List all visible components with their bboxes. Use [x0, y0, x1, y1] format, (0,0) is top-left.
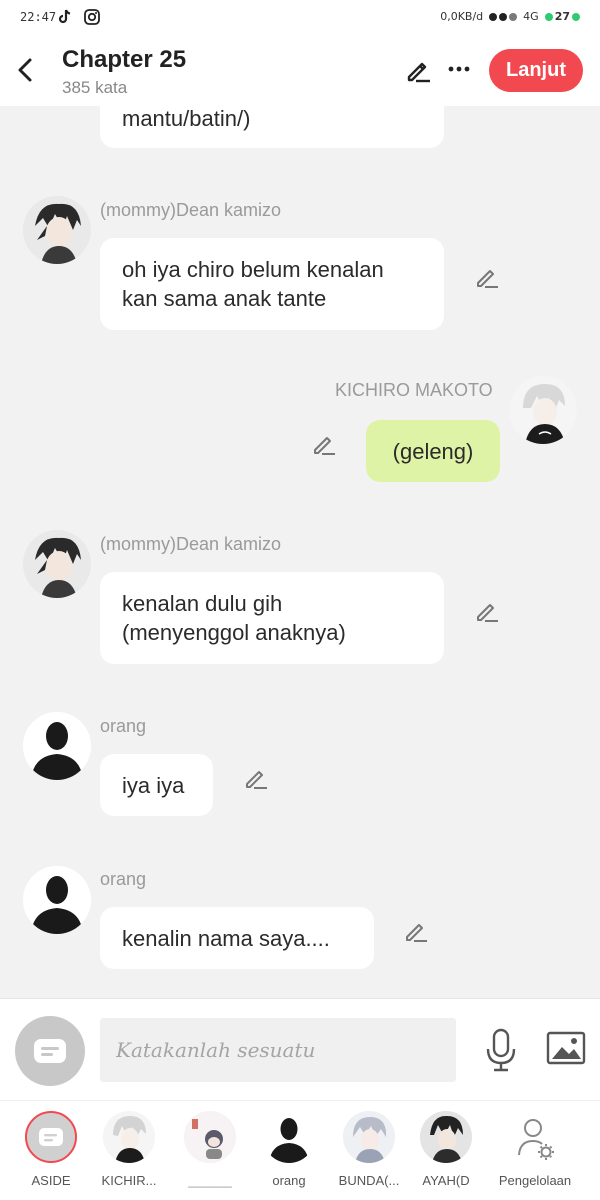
- anime-avatar-icon: [23, 196, 91, 264]
- more-options-icon[interactable]: [446, 58, 472, 80]
- message-line: kan sama anak tante: [122, 286, 327, 311]
- character-label: Pengelolaan: [498, 1173, 572, 1188]
- chat-area[interactable]: mantu/batin/) (mommy)Dean kamizo oh iya …: [0, 106, 600, 998]
- user-settings-icon: [518, 1119, 554, 1160]
- edit-pencil-icon[interactable]: [474, 598, 500, 624]
- battery-indicator: 27: [544, 10, 580, 23]
- status-bar: 22:47 0,0KB/d 4G 27: [0, 0, 600, 36]
- message-text: kenalin nama saya....: [122, 926, 330, 951]
- message-line: (menyenggol anaknya): [122, 620, 346, 645]
- anime-avatar-icon: [23, 530, 91, 598]
- silhouette-avatar-icon: [23, 866, 91, 934]
- anime-avatar-icon: [343, 1111, 395, 1163]
- character-bar: ASIDE KICHIR... ______ orang BUNDA(... A…: [0, 1100, 600, 1200]
- message-input[interactable]: [100, 1018, 456, 1082]
- edit-pencil-icon[interactable]: [243, 765, 269, 791]
- anime-avatar-icon: [509, 376, 577, 444]
- net-speed: 0,0KB/d: [440, 10, 484, 23]
- character-label: ASIDE: [31, 1173, 71, 1188]
- character-aside[interactable]: ASIDE: [12, 1111, 90, 1188]
- status-indicators: 0,0KB/d 4G 27: [440, 10, 580, 23]
- speaker-name: KICHIRO MAKOTO: [335, 380, 493, 400]
- chapter-header: Chapter 25 385 kata Lanjut: [0, 36, 600, 106]
- speaker-name: (mommy)Dean kamizo: [100, 534, 282, 554]
- image-icon[interactable]: [546, 1030, 586, 1066]
- anime-avatar-icon: [420, 1111, 472, 1163]
- character-avatar: [103, 1111, 155, 1163]
- character-bunda[interactable]: BUNDA(...: [330, 1111, 408, 1188]
- character-ayah[interactable]: AYAH(D: [407, 1111, 485, 1188]
- silhouette-avatar-icon: [263, 1111, 315, 1163]
- character-label: ______: [188, 1173, 232, 1188]
- message-bubble[interactable]: oh iya chiro belum kenalan kan sama anak…: [100, 238, 444, 330]
- character-avatar: [184, 1111, 236, 1163]
- message-bubble[interactable]: mantu/batin/): [100, 106, 444, 148]
- message-bubble[interactable]: iya iya: [100, 754, 213, 816]
- message-bubble[interactable]: kenalan dulu gih (menyenggol anaknya): [100, 572, 444, 664]
- message-text: (geleng): [392, 439, 474, 464]
- message-bubble-mine[interactable]: (geleng): [366, 420, 500, 482]
- page-title: Chapter 25: [62, 46, 187, 73]
- silhouette-avatar-icon: [23, 712, 91, 780]
- message-text: mantu/batin/): [122, 106, 251, 131]
- message-composer: [0, 998, 600, 1100]
- character-avatar: [343, 1111, 395, 1163]
- narration-icon: [39, 1128, 63, 1146]
- avatar-dean[interactable]: [23, 530, 91, 598]
- character-kichiro[interactable]: KICHIR...: [90, 1111, 168, 1188]
- continue-button[interactable]: Lanjut: [489, 49, 583, 92]
- speaker-name: (mommy)Dean kamizo: [100, 200, 282, 220]
- aside-toggle-button[interactable]: [15, 1016, 85, 1086]
- character-avatar: [263, 1111, 315, 1163]
- anime-avatar-icon: [103, 1111, 155, 1163]
- message-bubble[interactable]: kenalin nama saya....: [100, 907, 374, 969]
- chibi-avatar-icon: [184, 1111, 236, 1163]
- character-unnamed[interactable]: ______: [171, 1111, 249, 1188]
- battery-level: 27: [554, 10, 570, 23]
- character-management[interactable]: Pengelolaan: [494, 1111, 576, 1188]
- management-icon-wrap: [509, 1111, 561, 1163]
- aside-avatar: [25, 1111, 77, 1163]
- message-line: oh iya chiro belum kenalan: [122, 257, 384, 282]
- avatar-kichiro[interactable]: [509, 376, 577, 444]
- avatar-dean[interactable]: [23, 196, 91, 264]
- word-count: 385 kata: [62, 78, 128, 97]
- tiktok-icon: [58, 9, 71, 24]
- avatar-orang[interactable]: [23, 866, 91, 934]
- speaker-name: orang: [100, 716, 147, 736]
- edit-pencil-icon[interactable]: [474, 264, 500, 290]
- message-line: kenalan dulu gih: [122, 591, 283, 616]
- character-label: KICHIR...: [101, 1173, 157, 1188]
- character-label: orang: [272, 1173, 306, 1188]
- speaker-name: orang: [100, 869, 147, 889]
- character-label: BUNDA(...: [338, 1173, 400, 1188]
- avatar-orang[interactable]: [23, 712, 91, 780]
- character-orang[interactable]: orang: [250, 1111, 328, 1188]
- microphone-icon[interactable]: [482, 1027, 520, 1073]
- back-arrow-icon[interactable]: [12, 54, 40, 86]
- edit-pencil-icon[interactable]: [403, 918, 429, 944]
- narration-icon: [34, 1039, 66, 1063]
- edit-pencil-icon[interactable]: [311, 431, 337, 457]
- message-text: iya iya: [122, 773, 185, 798]
- status-time: 22:47: [20, 10, 57, 24]
- signal-icon: [489, 12, 518, 21]
- character-avatar: [420, 1111, 472, 1163]
- instagram-icon: [84, 9, 100, 25]
- edit-pencil-icon[interactable]: [404, 56, 432, 84]
- character-label: AYAH(D: [422, 1173, 470, 1188]
- network-type: 4G: [523, 10, 539, 23]
